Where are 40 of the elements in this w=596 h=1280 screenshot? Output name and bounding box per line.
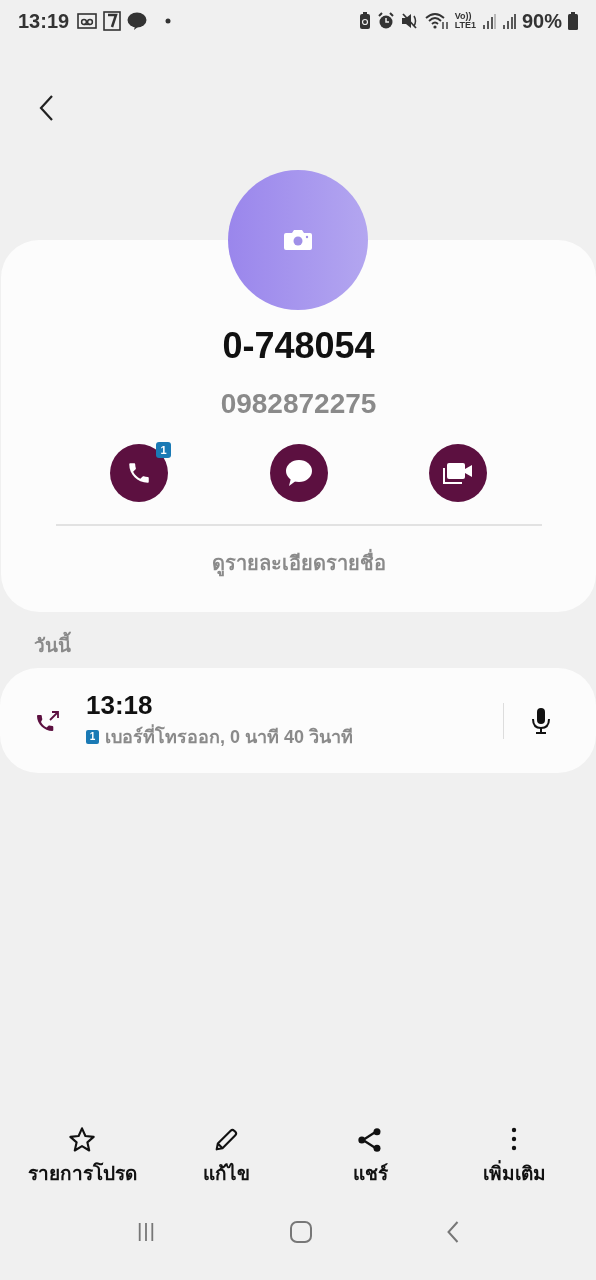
signal-icon xyxy=(501,13,516,29)
camera-icon xyxy=(283,229,313,251)
notification-dot-icon xyxy=(165,18,172,24)
video-call-button[interactable] xyxy=(429,444,487,502)
volte-label: Vo)) xyxy=(454,12,472,21)
outgoing-call-icon xyxy=(36,709,60,732)
speech-bubble-icon xyxy=(283,459,314,487)
wifi-icon xyxy=(424,12,449,30)
store-icon xyxy=(103,11,122,31)
back-icon[interactable] xyxy=(38,94,54,122)
alarm-icon xyxy=(376,12,395,30)
sim-badge: 1 xyxy=(156,442,171,458)
call-description: เบอร์ที่โทรออก, 0 นาที 40 วินาที xyxy=(105,722,354,751)
status-time: 13:19 xyxy=(18,9,70,33)
home-icon[interactable] xyxy=(290,1221,312,1243)
edit-button[interactable]: แก้ไข xyxy=(156,1126,296,1196)
message-button[interactable] xyxy=(269,444,328,502)
section-label: วันนี้ xyxy=(34,632,596,660)
call-time: 13:18 xyxy=(86,690,154,720)
voicemail-icon xyxy=(77,13,98,29)
contact-name: 0-748054 xyxy=(222,324,375,368)
phone-icon xyxy=(126,460,152,486)
battery-saver-icon xyxy=(358,12,371,30)
share-button[interactable]: แชร์ xyxy=(300,1126,440,1196)
phone-number: 0982872275 xyxy=(220,387,377,421)
favourites-button[interactable]: รายการโปรด xyxy=(12,1126,152,1196)
recent-apps-icon[interactable] xyxy=(137,1221,156,1243)
sim-badge: 1 xyxy=(86,729,99,744)
video-camera-icon xyxy=(442,461,474,485)
signal-icon xyxy=(481,13,496,29)
more-button[interactable]: เพิ่มเติม xyxy=(444,1126,584,1196)
battery-icon xyxy=(568,12,578,30)
star-icon xyxy=(68,1126,96,1154)
battery-percent: 90% xyxy=(521,9,562,33)
call-button[interactable]: 1 xyxy=(110,444,168,502)
mute-icon xyxy=(400,12,419,30)
chat-bubble-icon xyxy=(127,12,148,30)
call-log-entry[interactable]: 13:18 1 เบอร์ที่โทรออก, 0 นาที 40 วินาที xyxy=(0,668,596,773)
network-label: LTE1 xyxy=(454,21,476,30)
microphone-icon xyxy=(531,706,551,735)
